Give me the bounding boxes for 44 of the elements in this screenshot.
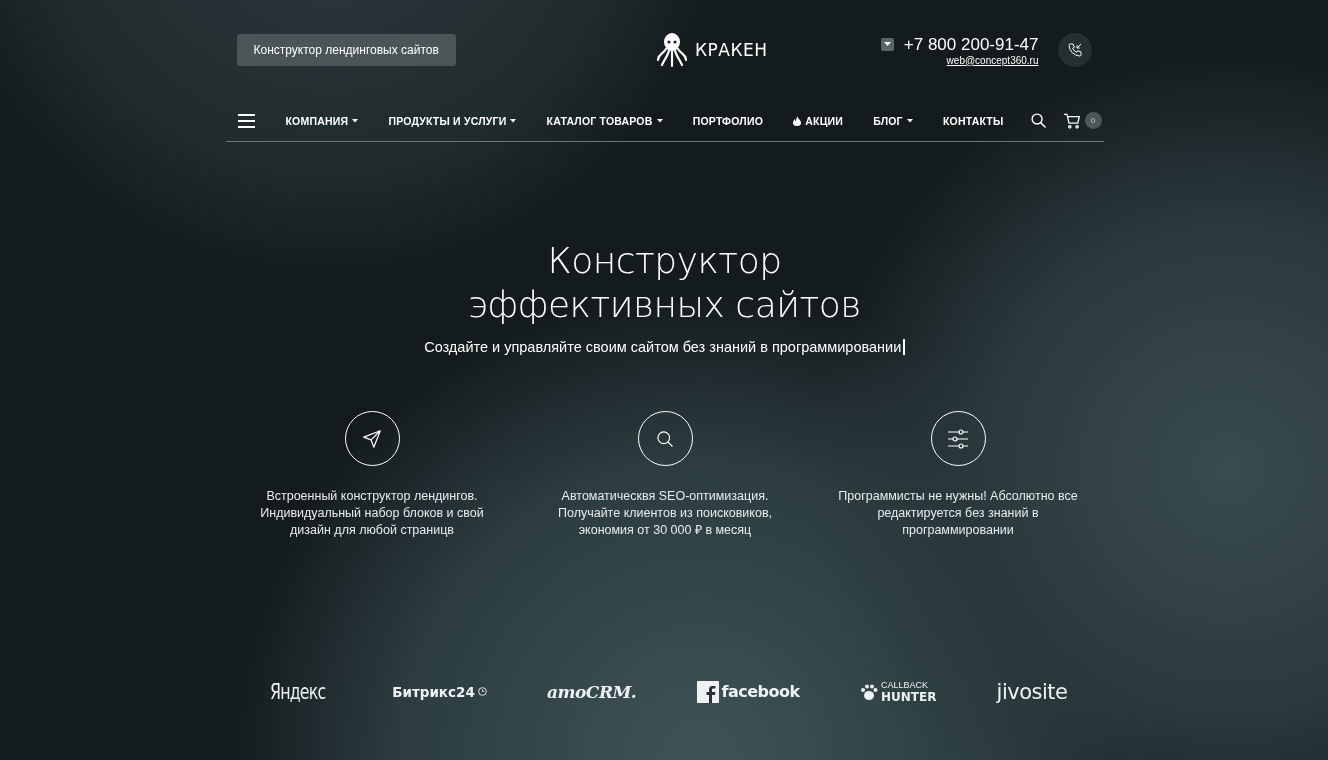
nav-menu-item[interactable]: КОМПАНИЯ [285, 114, 359, 127]
caret-icon [656, 118, 663, 123]
hero-subtitle: Создайте и управляйте своим сайтом без знаний в программировании [424, 339, 902, 355]
partner-logo-text: Битрикс24 [392, 683, 475, 700]
search-icon[interactable] [1029, 112, 1047, 129]
nav-menu-item[interactable]: КАТАЛОГ ТОВАРОВ [546, 114, 663, 127]
caret-icon [906, 118, 913, 123]
paper-plane-icon [361, 427, 383, 450]
flame-icon [793, 115, 802, 126]
caret-icon [352, 118, 359, 123]
partner-logo-text: CALLBACK [880, 679, 929, 690]
caret-icon [883, 42, 891, 46]
sliders-icon [946, 426, 970, 451]
feature-text: Встроенный конструктор лендингов. Индивидуальный набор блоков и свой дизайн для любой страницв [259, 488, 485, 539]
cart-icon[interactable] [1062, 112, 1081, 129]
nav-menu-item[interactable]: КОНТАКТЫ [942, 114, 1004, 127]
landing-builder-button[interactable]: Конструктор лендинговых сайтов [236, 34, 456, 66]
feature-text: Автоматическвя SEO-оптимизация. Получайте клиентов из поисковиков, экономия от 30 000 ₽ в месяц [556, 488, 774, 539]
nav-menu-item[interactable]: ПРОДУКТЫ И УСЛУГИ [388, 114, 517, 127]
phone-dropdown-button[interactable] [880, 37, 894, 51]
phone-call-icon [1067, 42, 1084, 58]
menu-icon[interactable] [237, 113, 255, 128]
logo-text: КРАКЕН [695, 40, 768, 60]
nav-menu-item[interactable]: АКЦИИ [793, 114, 843, 127]
hero-title: Конструктор эффективных сайтов [467, 239, 862, 327]
caret-icon [510, 118, 517, 123]
callback-button[interactable] [1058, 33, 1093, 67]
partner-logo-text: Яндекс [269, 679, 325, 704]
email-link[interactable]: web@concept360.ru [946, 54, 1039, 66]
nav-menu-item[interactable]: ПОРТФОЛИО [692, 114, 764, 127]
feature-text: Программисты не нужны! Абсолютно все редактируется без знаний в программировании [837, 488, 1079, 539]
phone-number[interactable]: +7 800 200-91-47 [903, 34, 1039, 55]
search-icon [655, 428, 675, 449]
text-cursor [903, 339, 905, 355]
cart-count-badge: 0 [1084, 112, 1102, 129]
partner-logo-text: HUNTER [880, 689, 937, 704]
partner-logo-text: jivosite [996, 679, 1068, 704]
paw-icon [859, 682, 878, 701]
octopus-logo-icon [657, 32, 687, 68]
clock-icon [477, 687, 487, 696]
f-square-icon [696, 680, 719, 703]
nav-menu-item[interactable]: БЛОГ [873, 114, 913, 127]
partner-logo-text: facebook [721, 682, 800, 701]
partner-logo-text: amoCRM. [547, 681, 637, 702]
